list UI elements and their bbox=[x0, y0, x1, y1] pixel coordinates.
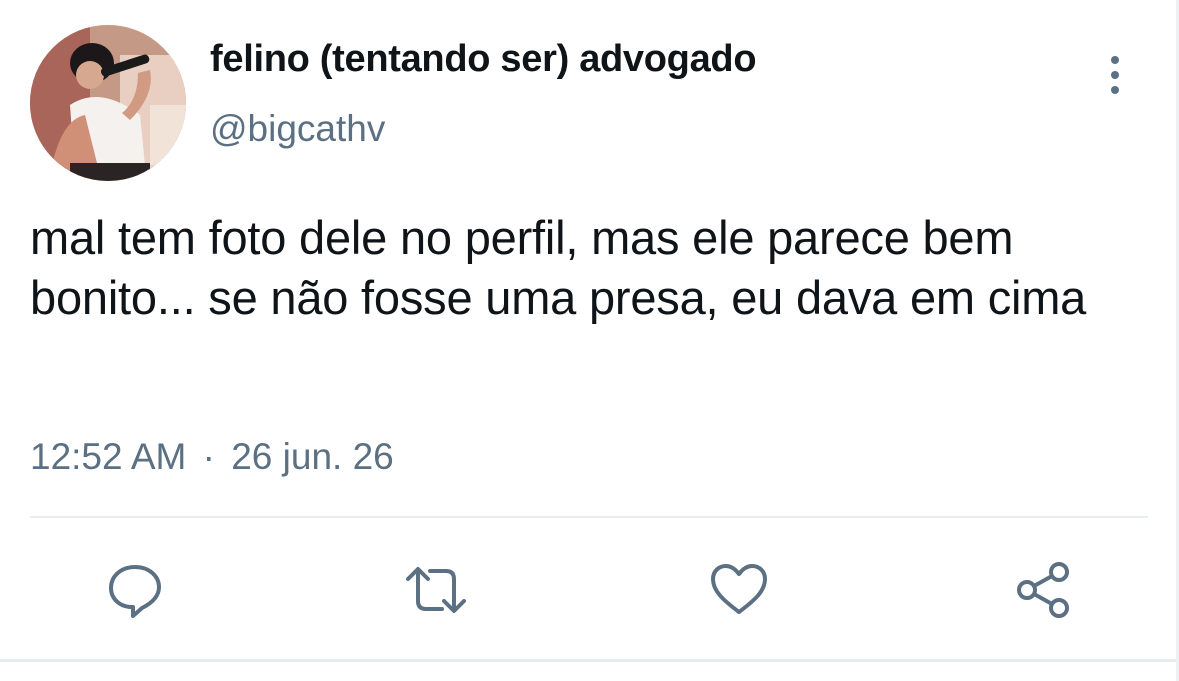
divider bbox=[30, 516, 1148, 518]
tweet-date: 26 jun. 26 bbox=[231, 436, 394, 477]
display-name[interactable]: felino (tentando ser) advogado bbox=[210, 38, 757, 81]
avatar-image bbox=[30, 25, 186, 181]
more-vertical-icon bbox=[1111, 56, 1119, 94]
like-button[interactable] bbox=[707, 558, 771, 622]
tweet-time: 12:52 AM bbox=[30, 436, 187, 477]
heart-icon bbox=[711, 564, 767, 614]
more-options-button[interactable] bbox=[1096, 50, 1134, 100]
share-button[interactable] bbox=[1011, 558, 1075, 622]
tweet-card: felino (tentando ser) advogado @bigcathv… bbox=[0, 0, 1179, 681]
meta-separator: · bbox=[202, 436, 215, 477]
share-icon bbox=[1017, 562, 1069, 618]
retweet-icon bbox=[406, 567, 466, 613]
avatar[interactable] bbox=[30, 25, 186, 181]
tweet-timestamp[interactable]: 12:52 AM · 26 jun. 26 bbox=[30, 436, 394, 478]
reply-button[interactable] bbox=[103, 558, 167, 622]
username-handle[interactable]: @bigcathv bbox=[210, 108, 385, 150]
reply-icon bbox=[109, 565, 161, 618]
retweet-button[interactable] bbox=[404, 558, 468, 622]
bottom-border bbox=[0, 659, 1179, 662]
tweet-text: mal tem foto dele no perfil, mas ele par… bbox=[30, 211, 1087, 324]
